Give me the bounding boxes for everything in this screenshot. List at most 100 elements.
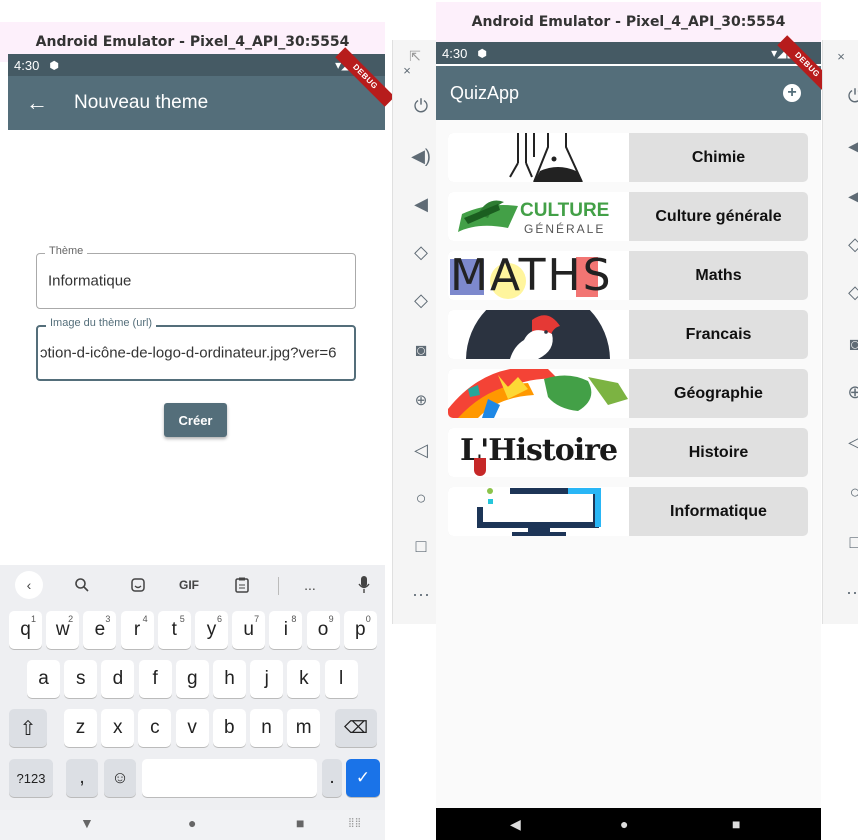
close-icon[interactable]: × <box>827 42 855 70</box>
theme-card-informatique[interactable]: Informatique <box>448 487 808 536</box>
rotate-left-icon[interactable]: ◇ <box>407 238 435 266</box>
key-label: d <box>112 668 124 689</box>
key-o[interactable]: o9 <box>306 611 340 649</box>
power-icon[interactable]: ⏻ <box>407 92 435 120</box>
key-h[interactable]: h <box>213 660 246 698</box>
key-t[interactable]: t5 <box>157 611 191 649</box>
soft-keyboard: ‹ GIF ... ⇧ ⌫ ?123 , ☺ . ✓ q1w2e3r4t5y6u… <box>0 565 385 810</box>
nav-home-icon[interactable]: ● <box>188 815 196 831</box>
left-emulator-toolbar: ⇱ × ⏻ ◀) ◀ ◇ ◇ ◙ ⊕ ◁ ○ □ ··· <box>392 40 436 624</box>
space-key[interactable] <box>142 759 317 797</box>
world-map-icon <box>448 369 629 418</box>
period-key[interactable]: . <box>322 759 342 797</box>
nav-recents-icon[interactable]: ■ <box>732 816 740 832</box>
overview-square-icon[interactable]: □ <box>407 532 435 560</box>
key-n[interactable]: n <box>250 709 283 747</box>
key-v[interactable]: v <box>175 709 209 747</box>
enter-key[interactable]: ✓ <box>346 759 380 797</box>
rotate-right-icon[interactable]: ◇ <box>841 278 858 306</box>
shield-icon: ⬢ <box>477 47 487 60</box>
key-f[interactable]: f <box>138 660 172 698</box>
key-g[interactable]: g <box>175 660 209 698</box>
arrow-back-icon[interactable]: ← <box>26 90 48 116</box>
key-a[interactable]: a <box>27 660 60 698</box>
theme-label: Informatique <box>670 502 767 520</box>
search-icon[interactable] <box>68 571 96 599</box>
gif-button[interactable]: GIF <box>172 571 206 599</box>
zoom-icon[interactable]: ⊕ <box>841 378 858 406</box>
key-e[interactable]: e3 <box>83 611 117 649</box>
key-label: e <box>94 619 106 640</box>
more-options-icon[interactable]: ··· <box>841 578 858 606</box>
clipboard-icon[interactable] <box>228 571 256 599</box>
power-icon[interactable]: ⏻ <box>841 82 858 110</box>
emoji-key[interactable]: ☺ <box>104 759 136 797</box>
rotate-left-icon[interactable]: ◇ <box>841 230 858 258</box>
keyboard-switch-icon[interactable]: ⣿⣿ <box>348 817 361 828</box>
key-i[interactable]: i8 <box>269 611 303 649</box>
key-hint: 7 <box>254 614 260 624</box>
theme-field[interactable]: Thème Informatique <box>36 245 356 309</box>
key-label: a <box>38 668 49 689</box>
backspace-key[interactable]: ⌫ <box>335 709 377 747</box>
symbols-key[interactable]: ?123 <box>9 759 53 797</box>
app-bar: QuizApp + <box>436 66 821 120</box>
back-triangle-icon[interactable]: ◁ <box>841 428 858 456</box>
key-u[interactable]: u7 <box>232 611 266 649</box>
volume-down-icon[interactable]: ◀ <box>407 190 435 218</box>
culture-generale-logo: CULTURE GÉNÉRALE <box>448 192 629 241</box>
key-d[interactable]: d <box>101 660 135 698</box>
theme-card-maths[interactable]: MATHS Maths <box>448 251 808 300</box>
zoom-icon[interactable]: ⊕ <box>407 386 435 414</box>
back-triangle-icon[interactable]: ◁ <box>407 436 435 464</box>
theme-card-histoire[interactable]: L'Histoire Histoire <box>448 428 808 477</box>
volume-down-icon[interactable]: ◀ <box>841 182 858 210</box>
key-label: o <box>317 619 329 640</box>
theme-card-geographie[interactable]: Géographie <box>448 369 808 418</box>
theme-card-francais[interactable]: Francais <box>448 310 808 359</box>
key-k[interactable]: k <box>287 660 321 698</box>
key-j[interactable]: j <box>250 660 284 698</box>
image-url-field-value: ɔtion-d-icône-de-logo-d-ordinateur.jpg?v… <box>40 344 337 362</box>
theme-card-culture-generale[interactable]: CULTURE GÉNÉRALE Culture générale <box>448 192 808 241</box>
key-w[interactable]: w2 <box>46 611 80 649</box>
key-q[interactable]: q1 <box>9 611 42 649</box>
key-x[interactable]: x <box>101 709 135 747</box>
key-s[interactable]: s <box>64 660 98 698</box>
key-r[interactable]: r4 <box>120 611 154 649</box>
key-y[interactable]: y6 <box>195 611 228 649</box>
comma-key[interactable]: , <box>66 759 98 797</box>
rotate-right-icon[interactable]: ◇ <box>407 286 435 314</box>
key-c[interactable]: c <box>138 709 172 747</box>
camera-icon[interactable]: ◙ <box>841 330 858 358</box>
sticker-icon[interactable] <box>124 571 152 599</box>
key-m[interactable]: m <box>287 709 321 747</box>
home-circle-icon[interactable]: ○ <box>407 484 435 512</box>
key-b[interactable]: b <box>212 709 246 747</box>
key-label: g <box>187 668 198 689</box>
shift-key[interactable]: ⇧ <box>9 709 47 747</box>
close-icon[interactable]: × <box>393 56 421 84</box>
nav-home-icon[interactable]: ● <box>620 816 628 832</box>
theme-label: Géographie <box>674 384 763 402</box>
keyboard-back-icon[interactable]: ‹ <box>15 571 43 599</box>
overview-square-icon[interactable]: □ <box>841 528 858 556</box>
nav-recents-icon[interactable]: ■ <box>296 815 304 831</box>
key-p[interactable]: p0 <box>343 611 377 649</box>
nav-back-icon[interactable]: ▼ <box>80 815 94 831</box>
nav-back-icon[interactable]: ◀ <box>510 816 521 833</box>
create-button[interactable]: Créer <box>164 403 227 437</box>
camera-icon[interactable]: ◙ <box>407 336 435 364</box>
more-icon[interactable]: ... <box>296 571 324 599</box>
add-theme-icon[interactable]: + <box>783 84 801 102</box>
key-z[interactable]: z <box>64 709 97 747</box>
home-circle-icon[interactable]: ○ <box>841 478 858 506</box>
more-options-icon[interactable]: ··· <box>407 580 435 608</box>
volume-up-icon[interactable]: ◀ <box>841 132 858 160</box>
mic-icon[interactable] <box>350 571 378 599</box>
status-time: 4:30 <box>442 45 468 61</box>
volume-up-icon[interactable]: ◀) <box>407 142 435 170</box>
key-l[interactable]: l <box>324 660 358 698</box>
theme-card-chimie[interactable]: Chimie <box>448 133 808 182</box>
image-url-field[interactable]: Image du thème (url) ɔtion-d-icône-de-lo… <box>36 317 356 381</box>
